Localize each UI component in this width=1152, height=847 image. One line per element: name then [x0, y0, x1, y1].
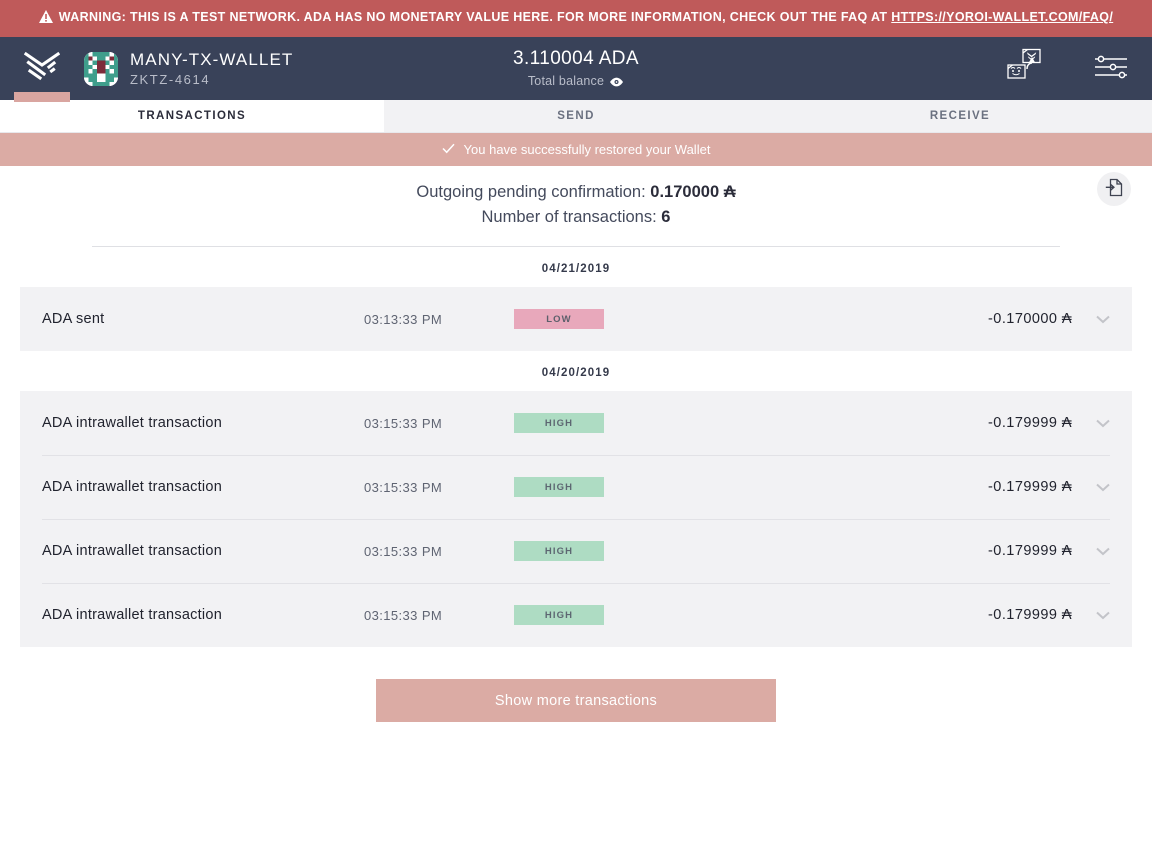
transaction-date-header: 04/20/2019 — [541, 367, 611, 380]
transaction-amount: -0.179999 ₳ — [988, 479, 1072, 496]
wallet-summary[interactable]: MANY-TX-WALLET ZKTZ-4614 — [84, 50, 293, 87]
transaction-type: ADA intrawallet transaction — [42, 607, 223, 624]
active-section-indicator — [14, 92, 70, 103]
header-actions — [1006, 48, 1128, 89]
transaction-count-value: 6 — [661, 207, 671, 226]
status-badge: HIGH — [514, 605, 604, 626]
transaction-amount: -0.179999 ₳ — [988, 543, 1072, 560]
transaction-time: 03:15:33 PM — [364, 543, 443, 559]
export-transactions-icon — [1105, 178, 1123, 200]
table-row[interactable]: ADA sent 03:13:33 PM LOW -0.170000 ₳ — [20, 287, 1132, 351]
chevron-down-icon[interactable] — [1096, 483, 1110, 492]
app-header: MANY-TX-WALLET ZKTZ-4614 3.110004 ADA To… — [0, 37, 1152, 103]
transaction-type: ADA intrawallet transaction — [42, 479, 223, 496]
transaction-time: 03:15:33 PM — [364, 415, 443, 431]
table-row[interactable]: ADA intrawallet transaction 03:15:33 PM … — [20, 391, 1132, 455]
pending-confirmation-value: 0.170000 ₳ — [650, 183, 736, 202]
transaction-time: 03:15:33 PM — [364, 607, 443, 623]
pending-confirmation-line: Outgoing pending confirmation: 0.170000 … — [0, 180, 1152, 204]
warning-triangle-icon — [38, 9, 53, 29]
show-more-container: Show more transactions — [0, 647, 1152, 723]
transaction-time: 03:13:33 PM — [364, 311, 443, 327]
show-more-transactions-button[interactable]: Show more transactions — [376, 679, 776, 723]
chevron-down-icon[interactable] — [1096, 547, 1110, 556]
table-row[interactable]: ADA intrawallet transaction 03:15:33 PM … — [20, 455, 1132, 519]
transactions-summary: Outgoing pending confirmation: 0.170000 … — [0, 176, 1152, 248]
tab-send[interactable]: Send — [384, 100, 768, 133]
success-notification: You have successfully restored your Wall… — [0, 133, 1152, 167]
transaction-amount: -0.179999 ₳ — [988, 415, 1072, 432]
status-badge: LOW — [514, 309, 604, 330]
faq-link[interactable]: HTTPS://YOROI-WALLET.COM/FAQ/ — [891, 10, 1113, 24]
warning-text: WARNING: THIS IS A TEST NETWORK. ADA HAS… — [58, 10, 892, 24]
tab-transactions[interactable]: Transactions — [0, 100, 384, 133]
status-badge: HIGH — [514, 541, 604, 562]
transaction-amount: -0.170000 ₳ — [988, 311, 1072, 328]
transaction-status-cell: HIGH — [514, 541, 634, 562]
transaction-status-cell: HIGH — [514, 413, 634, 434]
transaction-count-label: Number of transactions: — [481, 207, 657, 226]
settings-sliders-icon — [1094, 54, 1128, 83]
test-network-warning-banner: WARNING: THIS IS A TEST NETWORK. ADA HAS… — [0, 0, 1152, 38]
balance-label: Total balance — [527, 73, 605, 88]
transaction-status-cell: HIGH — [514, 605, 634, 626]
transaction-count-line: Number of transactions: 6 — [0, 205, 1152, 229]
transaction-date-header: 04/21/2019 — [541, 263, 611, 276]
transaction-group: ADA intrawallet transaction 03:15:33 PM … — [20, 391, 1132, 648]
wallet-navigation-tabs: Transactions Send Receive — [0, 100, 1152, 134]
notification-text: You have successfully restored your Wall… — [463, 142, 711, 158]
wallet-identicon — [84, 51, 118, 86]
wallet-switch-icon — [1006, 48, 1048, 89]
chevron-down-icon[interactable] — [1096, 315, 1110, 324]
eye-icon[interactable] — [609, 76, 624, 90]
transaction-type: ADA sent — [42, 311, 105, 328]
transactions-page: Outgoing pending confirmation: 0.170000 … — [0, 166, 1152, 723]
wallet-name: MANY-TX-WALLET — [130, 50, 294, 70]
wallet-switch-button[interactable] — [1006, 48, 1048, 89]
transaction-group: ADA sent 03:13:33 PM LOW -0.170000 ₳ — [20, 287, 1132, 352]
transaction-time: 03:15:33 PM — [364, 479, 443, 495]
settings-button[interactable] — [1094, 54, 1128, 83]
transaction-type: ADA intrawallet transaction — [42, 415, 223, 432]
yoroi-logo-icon — [23, 51, 61, 86]
status-badge: HIGH — [514, 413, 604, 434]
status-badge: HIGH — [514, 477, 604, 498]
chevron-down-icon[interactable] — [1096, 419, 1110, 428]
table-row[interactable]: ADA intrawallet transaction 03:15:33 PM … — [20, 519, 1132, 583]
transaction-amount: -0.179999 ₳ — [988, 607, 1072, 624]
pending-confirmation-label: Outgoing pending confirmation: — [416, 183, 646, 202]
check-icon — [442, 143, 455, 156]
export-transactions-button[interactable] — [1097, 172, 1131, 207]
transaction-status-cell: LOW — [514, 309, 634, 330]
yoroi-logo-button[interactable] — [0, 37, 84, 103]
wallet-plate-id: ZKTZ-4614 — [130, 72, 211, 88]
tab-receive[interactable]: Receive — [768, 100, 1152, 133]
chevron-down-icon[interactable] — [1096, 611, 1110, 620]
table-row[interactable]: ADA intrawallet transaction 03:15:33 PM … — [20, 583, 1132, 647]
transaction-type: ADA intrawallet transaction — [42, 543, 223, 560]
transaction-status-cell: HIGH — [514, 477, 634, 498]
